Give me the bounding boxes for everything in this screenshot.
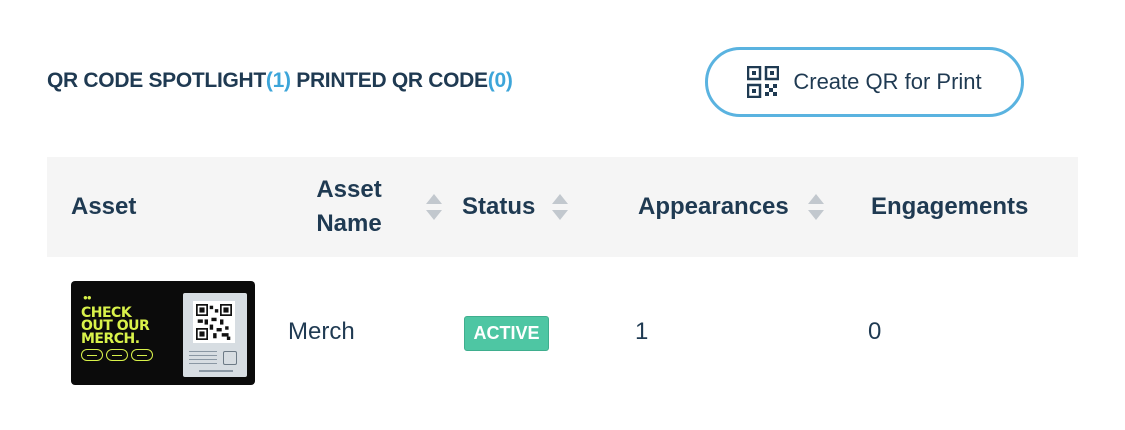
create-qr-for-print-button[interactable]: Create QR for Print bbox=[705, 47, 1024, 117]
column-header-appearances[interactable]: Appearances bbox=[638, 190, 789, 224]
tab-printed-qr-code[interactable]: PRINTED QR CODE(0) bbox=[296, 69, 513, 92]
tab-count: (0) bbox=[487, 69, 513, 92]
qr-code-icon bbox=[193, 301, 235, 343]
asset-thumbnail[interactable]: ●● CHECK OUT OUR MERCH. bbox=[71, 281, 255, 385]
sort-icon[interactable] bbox=[424, 190, 444, 224]
eyes-icon: ●● bbox=[83, 293, 92, 302]
column-header-status[interactable]: Status bbox=[462, 190, 535, 224]
engagements-cell: 0 bbox=[868, 318, 882, 345]
arrow-icons bbox=[81, 349, 153, 361]
tab-count: (1) bbox=[265, 69, 291, 92]
sort-icon[interactable] bbox=[550, 190, 570, 224]
column-header-asset-name[interactable]: Asset Name bbox=[309, 173, 389, 241]
column-header-asset: Asset bbox=[71, 193, 137, 220]
thumbnail-headline: CHECK OUT OUR MERCH. bbox=[81, 305, 150, 347]
tab-label: PRINTED QR CODE bbox=[296, 69, 488, 92]
table-header: Asset Asset Name Status Appearances Enga… bbox=[47, 157, 1078, 257]
qr-tabs: QR CODE SPOTLIGHT(1) PRINTED QR CODE(0) bbox=[47, 69, 513, 93]
appearances-cell: 1 bbox=[635, 318, 649, 345]
tab-qr-code-spotlight[interactable]: QR CODE SPOTLIGHT(1) bbox=[47, 69, 291, 92]
create-qr-label: Create QR for Print bbox=[793, 69, 982, 94]
tab-label: QR CODE SPOTLIGHT bbox=[47, 69, 266, 92]
scan-icon bbox=[223, 351, 237, 365]
qr-code-icon bbox=[747, 66, 780, 98]
sort-icon[interactable] bbox=[806, 190, 826, 224]
column-header-engagements: Engagements bbox=[871, 193, 1029, 220]
qr-card bbox=[183, 293, 247, 377]
status-badge: ACTIVE bbox=[464, 316, 549, 351]
asset-name-cell: Merch bbox=[288, 318, 355, 345]
table-row[interactable]: ●● CHECK OUT OUR MERCH. Merch ACTIVE 1 0 bbox=[47, 257, 1078, 407]
